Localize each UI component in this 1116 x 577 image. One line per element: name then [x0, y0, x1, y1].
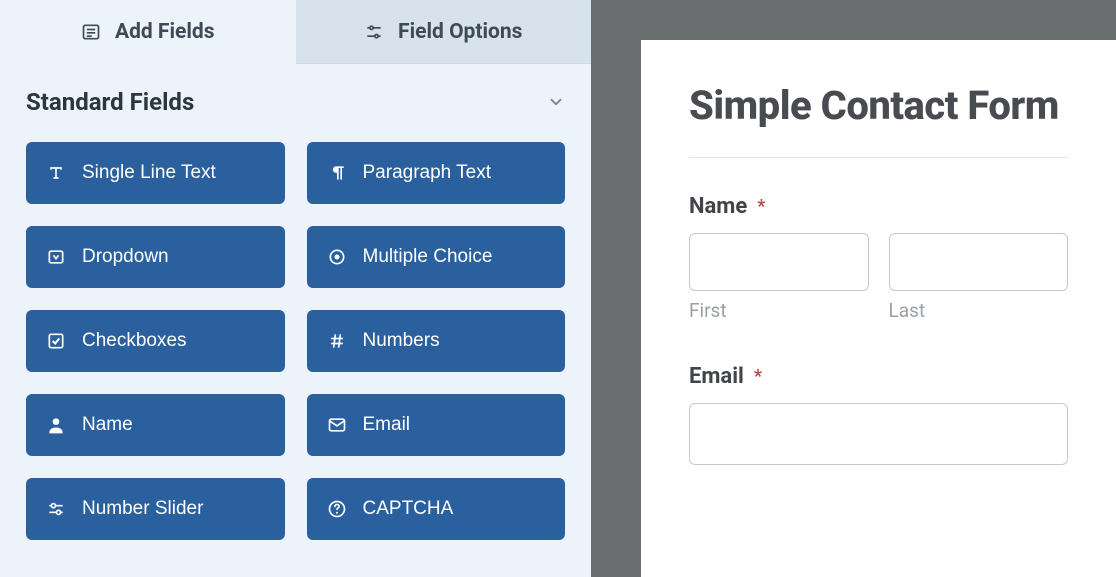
paragraph-icon: [327, 163, 347, 183]
hash-icon: [327, 331, 347, 351]
field-label: CAPTCHA: [363, 498, 454, 520]
field-multiple-choice[interactable]: Multiple Choice: [307, 226, 566, 288]
last-name-col: Last: [889, 233, 1069, 322]
required-mark: *: [754, 366, 762, 387]
sliders-icon: [364, 22, 384, 42]
email-label: Email: [689, 364, 744, 389]
right-area: Simple Contact Form Name * First Last Em…: [591, 0, 1116, 577]
field-label: Multiple Choice: [363, 246, 493, 268]
radio-icon: [327, 247, 347, 267]
field-label: Name: [82, 414, 133, 436]
text-icon: [46, 163, 66, 183]
first-sublabel: First: [689, 299, 869, 322]
field-label: Checkboxes: [82, 330, 187, 352]
email-label-row: Email *: [689, 364, 1068, 389]
required-mark: *: [757, 196, 765, 217]
field-label: Single Line Text: [82, 162, 216, 184]
checkbox-icon: [46, 331, 66, 351]
field-label: Paragraph Text: [363, 162, 492, 184]
field-label: Numbers: [363, 330, 440, 352]
tab-add-fields[interactable]: Add Fields: [0, 0, 296, 64]
sliders-icon: [46, 499, 66, 519]
field-email[interactable]: Email: [307, 394, 566, 456]
field-captcha[interactable]: CAPTCHA: [307, 478, 566, 540]
left-panel: Add Fields Field Options Standard Fields…: [0, 0, 591, 577]
field-group-email: Email *: [689, 364, 1068, 465]
first-name-col: First: [689, 233, 869, 322]
field-label: Number Slider: [82, 498, 203, 520]
chevron-down-icon: [547, 93, 565, 111]
form-preview: Simple Contact Form Name * First Last Em…: [641, 40, 1116, 577]
user-icon: [46, 415, 66, 435]
tabs: Add Fields Field Options: [0, 0, 591, 64]
field-name[interactable]: Name: [26, 394, 285, 456]
section-header-standard-fields[interactable]: Standard Fields: [0, 64, 591, 132]
name-inputs: First Last: [689, 233, 1068, 322]
form-title: Simple Contact Form: [689, 82, 1068, 158]
field-paragraph-text[interactable]: Paragraph Text: [307, 142, 566, 204]
tab-add-fields-label: Add Fields: [115, 20, 215, 44]
tab-field-options-label: Field Options: [398, 20, 522, 44]
field-group-name: Name * First Last: [689, 194, 1068, 322]
section-title: Standard Fields: [26, 88, 194, 116]
field-label: Dropdown: [82, 246, 169, 268]
last-name-input[interactable]: [889, 233, 1069, 291]
field-label: Email: [363, 414, 411, 436]
last-sublabel: Last: [889, 299, 1069, 322]
name-label: Name: [689, 194, 747, 219]
dropdown-icon: [46, 247, 66, 267]
field-checkboxes[interactable]: Checkboxes: [26, 310, 285, 372]
envelope-icon: [327, 415, 347, 435]
field-numbers[interactable]: Numbers: [307, 310, 566, 372]
field-dropdown[interactable]: Dropdown: [26, 226, 285, 288]
field-single-line-text[interactable]: Single Line Text: [26, 142, 285, 204]
field-grid: Single Line Text Paragraph Text Dropdown…: [0, 132, 591, 566]
list-icon: [81, 22, 101, 42]
email-input[interactable]: [689, 403, 1068, 465]
name-label-row: Name *: [689, 194, 1068, 219]
first-name-input[interactable]: [689, 233, 869, 291]
question-circle-icon: [327, 499, 347, 519]
field-number-slider[interactable]: Number Slider: [26, 478, 285, 540]
tab-field-options[interactable]: Field Options: [296, 0, 592, 64]
